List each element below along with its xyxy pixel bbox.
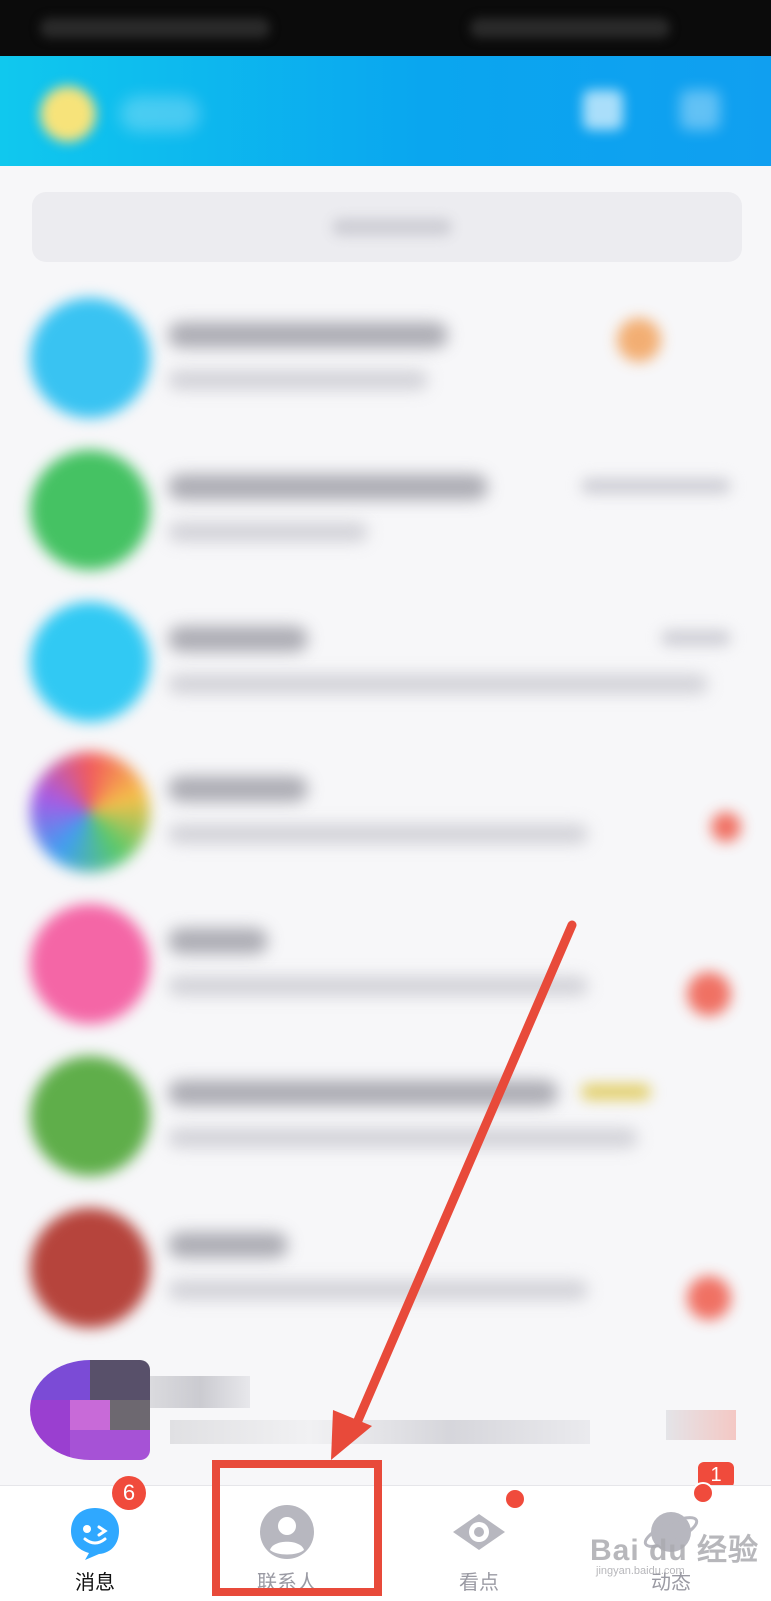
tab-label: 消息 [75, 1572, 115, 1594]
plus-icon[interactable] [680, 90, 720, 130]
avatar [30, 298, 150, 418]
chat-preview-blurred [168, 1280, 588, 1300]
chat-preview-blurred [168, 824, 588, 844]
chat-list-item[interactable] [0, 894, 771, 1044]
chat-preview-blurred [168, 1128, 638, 1148]
chat-list-item[interactable] [0, 440, 771, 590]
chat-preview-blurred [168, 674, 708, 694]
chat-time-blurred [581, 478, 731, 494]
chat-preview-blurred [168, 976, 588, 996]
eye-icon [449, 1502, 509, 1562]
chat-time-blurred [661, 630, 731, 646]
search-bar[interactable] [32, 192, 742, 262]
search-placeholder-blurred [332, 218, 452, 236]
add-contact-icon[interactable] [583, 90, 623, 130]
status-bar-left-blurred [40, 18, 270, 38]
unread-badge-blurred [711, 812, 741, 842]
chat-time-pixelated [666, 1410, 736, 1440]
chat-title-blurred [168, 1080, 558, 1106]
chat-list-item[interactable] [0, 1046, 771, 1196]
chat-title-blurred [168, 626, 308, 652]
chat-title-blurred [168, 928, 268, 954]
avatar [30, 602, 150, 722]
chat-bubble-face-icon [65, 1502, 125, 1562]
unread-badge-blurred [617, 318, 661, 362]
chat-preview-pixelated [170, 1420, 590, 1444]
status-bar [0, 0, 771, 56]
status-bar-right-blurred [470, 18, 670, 38]
chat-list-item[interactable] [0, 288, 771, 438]
tab-discover[interactable]: 看点 [384, 1486, 574, 1601]
avatar [30, 450, 150, 570]
avatar [30, 1208, 150, 1328]
chat-title-pixelated [150, 1376, 250, 1408]
avatar-pixelated [30, 1360, 150, 1460]
avatar [30, 752, 150, 872]
user-avatar[interactable] [40, 86, 96, 142]
feeds-red-dot [692, 1482, 714, 1504]
tab-label: 看点 [459, 1572, 499, 1594]
avatar [30, 1056, 150, 1176]
unread-badge-blurred [687, 1276, 731, 1320]
chat-preview-blurred [168, 370, 428, 390]
tab-messages[interactable]: 6 消息 [0, 1476, 190, 1601]
watermark-text: Bai du 经验 [590, 1534, 760, 1567]
chat-title-blurred [168, 1232, 288, 1258]
unread-badge-blurred [687, 972, 731, 1016]
chat-title-blurred [168, 776, 308, 802]
chat-title-blurred [168, 322, 448, 348]
chat-preview-blurred [168, 522, 368, 542]
messages-count-badge: 6 [112, 1476, 146, 1510]
watermark-logo: Bai du 经验 jingyan.baidu.com [590, 1525, 760, 1585]
discover-red-dot [504, 1488, 526, 1510]
chat-list-item[interactable] [0, 742, 771, 892]
avatar [30, 904, 150, 1024]
watermark-url: jingyan.baidu.com [596, 1565, 685, 1577]
chat-tag-blurred [581, 1084, 651, 1100]
user-name-blurred [120, 96, 200, 132]
header-bar [0, 56, 771, 166]
chat-list-item[interactable] [0, 1198, 771, 1348]
chat-list-item[interactable] [0, 592, 771, 742]
chat-title-blurred [168, 474, 488, 500]
annotation-highlight-box [212, 1460, 382, 1596]
